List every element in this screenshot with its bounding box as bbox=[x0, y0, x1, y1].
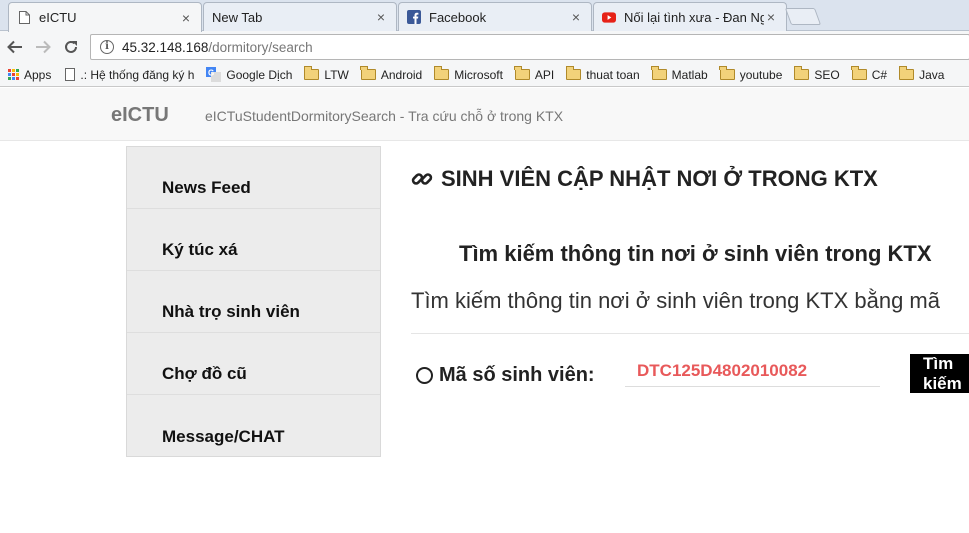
bookmarks-bar: Apps .: Hệ thống đăng ký h G Google Dịch… bbox=[0, 63, 969, 87]
folder-icon bbox=[360, 66, 376, 80]
browser-tabstrip: eICTU × New Tab × Facebook × Nối lại tìn… bbox=[0, 0, 969, 32]
folder-icon bbox=[898, 66, 915, 80]
sidebar-item-message-chat[interactable]: Message/CHAT bbox=[127, 395, 380, 457]
site-tagline: eICTuStudentDormitorySearch - Tra cứu ch… bbox=[205, 108, 564, 124]
folder-icon bbox=[433, 66, 450, 80]
tab-new-tab[interactable]: New Tab × bbox=[203, 2, 397, 31]
bookmark-folder-thuat-toan[interactable]: thuat toan bbox=[565, 66, 640, 82]
bookmark-folder-microsoft[interactable]: Microsoft bbox=[433, 66, 503, 82]
bookmark-label: .: Hệ thống đăng ký h bbox=[80, 67, 195, 82]
tab-youtube[interactable]: Nối lại tình xưa - Đan Ng × bbox=[593, 2, 787, 31]
bookmark-label: SEO bbox=[814, 67, 840, 82]
bookmark-label: LTW bbox=[324, 67, 349, 82]
sidebar-item-label: Message/CHAT bbox=[162, 427, 285, 446]
tab-eictu[interactable]: eICTU × bbox=[8, 2, 202, 32]
search-button[interactable]: Tìm kiếm bbox=[910, 354, 969, 393]
page-icon bbox=[17, 11, 31, 25]
browser-toolbar: i 45.32.148.168/dormitory/search bbox=[0, 31, 969, 63]
student-id-radio[interactable] bbox=[416, 367, 433, 384]
page-icon bbox=[65, 68, 76, 81]
bookmark-label: C# bbox=[871, 67, 888, 82]
bookmark-label: thuat toan bbox=[586, 67, 640, 82]
sidebar-item-label: Nhà trọ sinh viên bbox=[162, 302, 300, 321]
bookmark-google-translate[interactable]: G Google Dịch bbox=[206, 67, 292, 82]
bookmark-page[interactable]: .: Hệ thống đăng ký h bbox=[65, 68, 198, 82]
address-bar[interactable]: i 45.32.148.168/dormitory/search bbox=[90, 34, 969, 60]
bookmark-label: API bbox=[534, 67, 555, 82]
facebook-icon bbox=[407, 10, 421, 24]
student-id-input[interactable] bbox=[625, 355, 880, 387]
reload-button[interactable] bbox=[61, 37, 81, 57]
page-title: SINH VIÊN CẬP NHẬT NƠI Ở TRONG KTX bbox=[411, 166, 878, 192]
close-icon[interactable]: × bbox=[179, 10, 193, 26]
bookmark-label: Apps bbox=[24, 67, 52, 82]
bookmark-label: Matlab bbox=[671, 67, 708, 82]
bookmark-label: Java bbox=[919, 67, 945, 82]
bookmark-folder-android[interactable]: Android bbox=[360, 66, 423, 82]
tab-title: New Tab bbox=[212, 9, 263, 25]
link-icon bbox=[411, 168, 433, 190]
brand-logo-link[interactable]: eICTU bbox=[111, 104, 169, 127]
student-id-label: Mã số sinh viên: bbox=[439, 364, 595, 386]
folder-icon bbox=[514, 66, 530, 80]
sidebar-item-news-feed[interactable]: News Feed bbox=[127, 147, 380, 209]
sidebar-item-label: Chợ đồ cũ bbox=[162, 364, 247, 383]
page-title-text: SINH VIÊN CẬP NHẬT NƠI Ở TRONG KTX bbox=[441, 166, 878, 191]
site-navbar: eICTU eICTuStudentDormitorySearch - Tra … bbox=[0, 88, 969, 141]
sidebar-item-second-hand-market[interactable]: Chợ đồ cũ bbox=[127, 333, 380, 395]
folder-icon bbox=[719, 66, 735, 80]
youtube-icon bbox=[602, 10, 616, 24]
new-tab-button[interactable] bbox=[784, 8, 822, 25]
apps-grid-icon bbox=[8, 69, 19, 80]
arrow-right-icon bbox=[36, 40, 51, 54]
sidebar-item-label: News Feed bbox=[162, 178, 251, 197]
close-icon[interactable]: × bbox=[374, 9, 388, 25]
bookmark-folder-seo[interactable]: SEO bbox=[793, 66, 840, 82]
sidebar-item-student-housing[interactable]: Nhà trọ sinh viên bbox=[127, 271, 380, 333]
folder-icon bbox=[851, 66, 867, 80]
bookmark-label: youtube bbox=[739, 67, 783, 82]
bookmark-folder-youtube[interactable]: youtube bbox=[719, 66, 783, 82]
bookmark-folder-api[interactable]: API bbox=[514, 66, 555, 82]
reload-icon bbox=[65, 40, 77, 53]
sidebar-item-dormitory[interactable]: Ký túc xá bbox=[127, 209, 380, 271]
search-heading: Tìm kiếm thông tin nơi ở sinh viên trong… bbox=[459, 241, 932, 266]
sidebar-item-label: Ký túc xá bbox=[162, 240, 238, 259]
bookmark-folder-ltw[interactable]: LTW bbox=[303, 66, 349, 82]
bookmark-label: Microsoft bbox=[454, 67, 503, 82]
tab-title: Facebook bbox=[429, 9, 487, 25]
back-button[interactable] bbox=[5, 37, 25, 57]
close-icon[interactable]: × bbox=[569, 9, 583, 25]
close-icon[interactable]: × bbox=[764, 9, 778, 25]
sidebar-menu: News Feed Ký túc xá Nhà trọ sinh viên Ch… bbox=[126, 146, 381, 457]
tab-title: Nối lại tình xưa - Đan Ng bbox=[624, 9, 764, 25]
search-subheading: Tìm kiếm thông tin nơi ở sinh viên trong… bbox=[411, 288, 940, 313]
info-icon[interactable]: i bbox=[100, 40, 114, 54]
tab-facebook[interactable]: Facebook × bbox=[398, 2, 592, 31]
bookmark-apps[interactable]: Apps bbox=[8, 68, 51, 82]
tab-title: eICTU bbox=[39, 10, 77, 25]
url-host: 45.32.148.168 bbox=[122, 39, 209, 55]
bookmark-label: Android bbox=[380, 67, 423, 82]
divider bbox=[411, 333, 969, 334]
arrow-left-icon bbox=[7, 40, 22, 54]
folder-icon bbox=[565, 66, 582, 80]
bookmark-folder-java[interactable]: Java bbox=[898, 66, 945, 82]
bookmark-folder-matlab[interactable]: Matlab bbox=[651, 66, 708, 82]
folder-icon bbox=[303, 66, 320, 80]
svg-text:G: G bbox=[208, 69, 214, 78]
folder-icon bbox=[651, 66, 667, 80]
forward-button[interactable] bbox=[33, 37, 53, 57]
google-translate-icon: G bbox=[206, 67, 222, 82]
bookmark-label: Google Dịch bbox=[226, 67, 293, 82]
url-path: /dormitory/search bbox=[208, 39, 313, 55]
folder-icon bbox=[793, 66, 810, 80]
bookmark-folder-csharp[interactable]: C# bbox=[851, 66, 888, 82]
